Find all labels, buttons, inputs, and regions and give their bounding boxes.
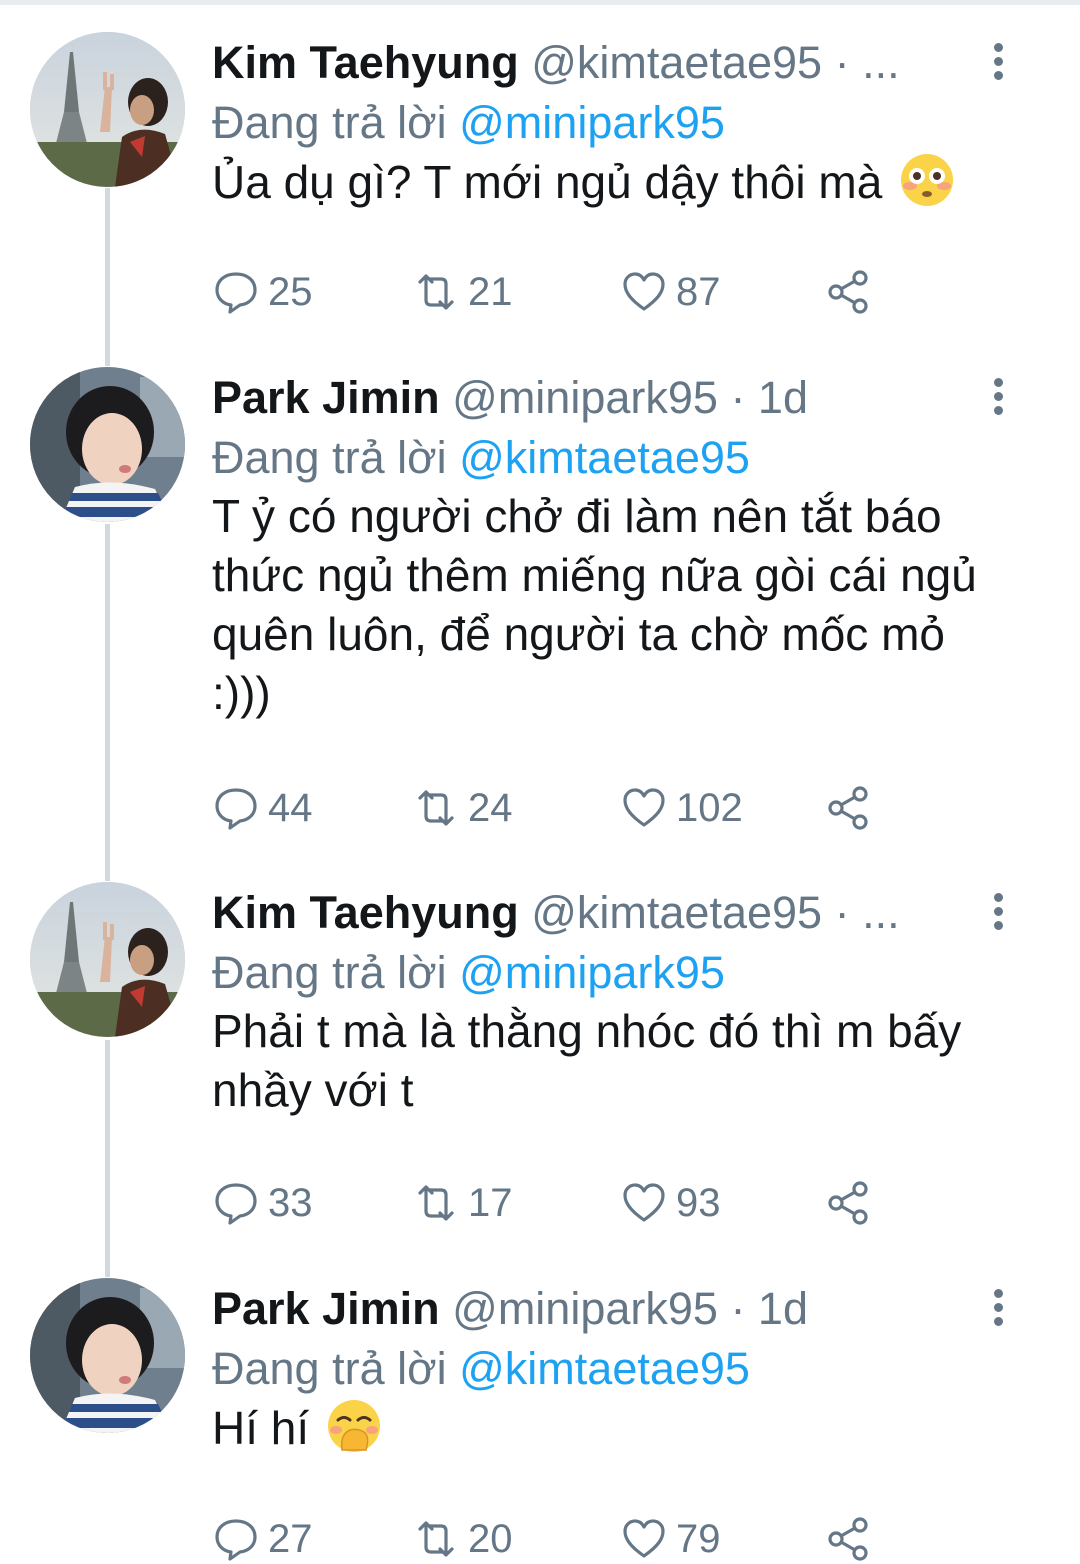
retweet-icon xyxy=(418,1185,454,1221)
user-handle[interactable]: @minipark95 xyxy=(452,1283,718,1334)
avatar[interactable] xyxy=(30,367,185,522)
thread-connector xyxy=(105,524,110,881)
reply-to-mention[interactable]: @kimtaetae95 xyxy=(459,1343,750,1394)
reply-prefix: Đang trả lời xyxy=(212,1343,447,1394)
like-button[interactable]: 79 xyxy=(620,1514,721,1564)
reply-button[interactable]: 25 xyxy=(212,267,313,317)
reply-count: 27 xyxy=(268,1516,313,1561)
reply-to-mention[interactable]: @minipark95 xyxy=(459,947,725,998)
display-name[interactable]: Kim Taehyung xyxy=(212,37,519,88)
like-button[interactable]: 102 xyxy=(620,783,743,833)
reply-icon xyxy=(215,788,257,830)
retweet-button[interactable]: 24 xyxy=(412,783,513,833)
reply-button[interactable]: 27 xyxy=(212,1514,313,1564)
retweet-icon xyxy=(418,274,454,310)
timestamp: · 1d xyxy=(730,372,808,423)
reply-context: Đang trả lời @kimtaetae95 xyxy=(212,1338,750,1400)
like-button[interactable]: 87 xyxy=(620,267,721,317)
user-handle[interactable]: @minipark95 xyxy=(452,372,718,423)
reply-to-mention[interactable]: @minipark95 xyxy=(459,97,725,148)
reply-button[interactable]: 33 xyxy=(212,1178,313,1228)
user-handle[interactable]: @kimtaetae95 xyxy=(531,887,822,938)
reply-icon xyxy=(215,1519,257,1561)
like-count: 79 xyxy=(676,1516,721,1561)
share-icon xyxy=(828,786,868,830)
reply-context: Đang trả lời @minipark95 xyxy=(212,92,725,154)
tweet-actions: 44 24 102 xyxy=(212,783,912,833)
tweet-body: Hí hí xyxy=(212,1402,310,1454)
flushed-face-emoji-icon xyxy=(901,154,954,206)
reply-prefix: Đang trả lời xyxy=(212,947,447,998)
tweet-actions: 33 17 93 xyxy=(212,1178,912,1228)
avatar[interactable] xyxy=(30,1278,185,1433)
retweet-button[interactable]: 20 xyxy=(412,1514,513,1564)
like-count: 102 xyxy=(676,785,743,830)
reply-icon xyxy=(215,272,257,314)
reply-prefix: Đang trả lời xyxy=(212,432,447,483)
heart-icon xyxy=(623,272,665,311)
more-options-icon[interactable] xyxy=(980,38,1016,88)
reply-to-mention[interactable]: @kimtaetae95 xyxy=(459,432,750,483)
share-icon xyxy=(828,1181,868,1225)
more-options-icon[interactable] xyxy=(980,373,1016,423)
more-options-icon[interactable] xyxy=(980,1284,1016,1334)
share-button[interactable] xyxy=(824,1514,880,1564)
reply-prefix: Đang trả lời xyxy=(212,97,447,148)
retweet-count: 20 xyxy=(468,1516,513,1561)
share-button[interactable] xyxy=(824,1178,880,1228)
timestamp: · 1d xyxy=(730,1283,808,1334)
timestamp: · ... xyxy=(834,37,900,88)
tweet-header: Park Jimin @minipark95 · 1d xyxy=(212,1278,808,1340)
share-icon xyxy=(828,270,868,314)
tweet-body: Phải t mà là thằng nhóc đó thì m bấy nhầ… xyxy=(212,1005,962,1116)
tweet-text: Hí hí xyxy=(212,1398,1012,1458)
user-handle[interactable]: @kimtaetae95 xyxy=(531,37,822,88)
tweet-text: T ỷ có người chở đi làm nên tắt báo thức… xyxy=(212,487,1012,723)
like-count: 93 xyxy=(676,1180,721,1225)
timestamp: · ... xyxy=(834,887,900,938)
tweet-body: Ủa dụ gì? T mới ngủ dậy thôi mà xyxy=(212,156,883,208)
hand-over-mouth-emoji-icon xyxy=(327,1400,380,1452)
more-options-icon[interactable] xyxy=(980,888,1016,938)
share-icon xyxy=(828,1517,868,1561)
retweet-icon xyxy=(418,1521,454,1557)
share-button[interactable] xyxy=(824,783,880,833)
tweet-text: Phải t mà là thằng nhóc đó thì m bấy nhầ… xyxy=(212,1002,1012,1120)
reply-context: Đang trả lời @kimtaetae95 xyxy=(212,427,750,489)
retweet-count: 21 xyxy=(468,269,513,314)
like-count: 87 xyxy=(676,269,721,314)
display-name[interactable]: Park Jimin xyxy=(212,372,440,423)
retweet-button[interactable]: 17 xyxy=(412,1178,513,1228)
tweet-header: Kim Taehyung @kimtaetae95 · ... xyxy=(212,32,900,94)
reply-icon xyxy=(215,1183,257,1225)
share-button[interactable] xyxy=(824,267,880,317)
retweet-icon xyxy=(418,790,454,826)
like-button[interactable]: 93 xyxy=(620,1178,721,1228)
tweet-actions: 25 21 87 xyxy=(212,267,912,317)
heart-icon xyxy=(623,1519,665,1558)
reply-context: Đang trả lời @minipark95 xyxy=(212,942,725,1004)
retweet-count: 24 xyxy=(468,785,513,830)
heart-icon xyxy=(623,1183,665,1222)
top-divider xyxy=(0,0,1080,5)
tweet-body: T ỷ có người chở đi làm nên tắt báo thức… xyxy=(212,490,977,719)
retweet-button[interactable]: 21 xyxy=(412,267,513,317)
display-name[interactable]: Park Jimin xyxy=(212,1283,440,1334)
tweet-header: Kim Taehyung @kimtaetae95 · ... xyxy=(212,882,900,944)
thread-connector xyxy=(105,1040,110,1277)
display-name[interactable]: Kim Taehyung xyxy=(212,887,519,938)
reply-count: 25 xyxy=(268,269,313,314)
heart-icon xyxy=(623,788,665,827)
tweet-text: Ủa dụ gì? T mới ngủ dậy thôi mà xyxy=(212,152,1012,212)
tweet-header: Park Jimin @minipark95 · 1d xyxy=(212,367,808,429)
reply-count: 33 xyxy=(268,1180,313,1225)
reply-count: 44 xyxy=(268,785,313,830)
retweet-count: 17 xyxy=(468,1180,513,1225)
avatar[interactable] xyxy=(30,882,185,1037)
thread-connector xyxy=(105,188,110,366)
reply-button[interactable]: 44 xyxy=(212,783,313,833)
avatar[interactable] xyxy=(30,32,185,187)
tweet-actions: 27 20 79 xyxy=(212,1514,912,1564)
